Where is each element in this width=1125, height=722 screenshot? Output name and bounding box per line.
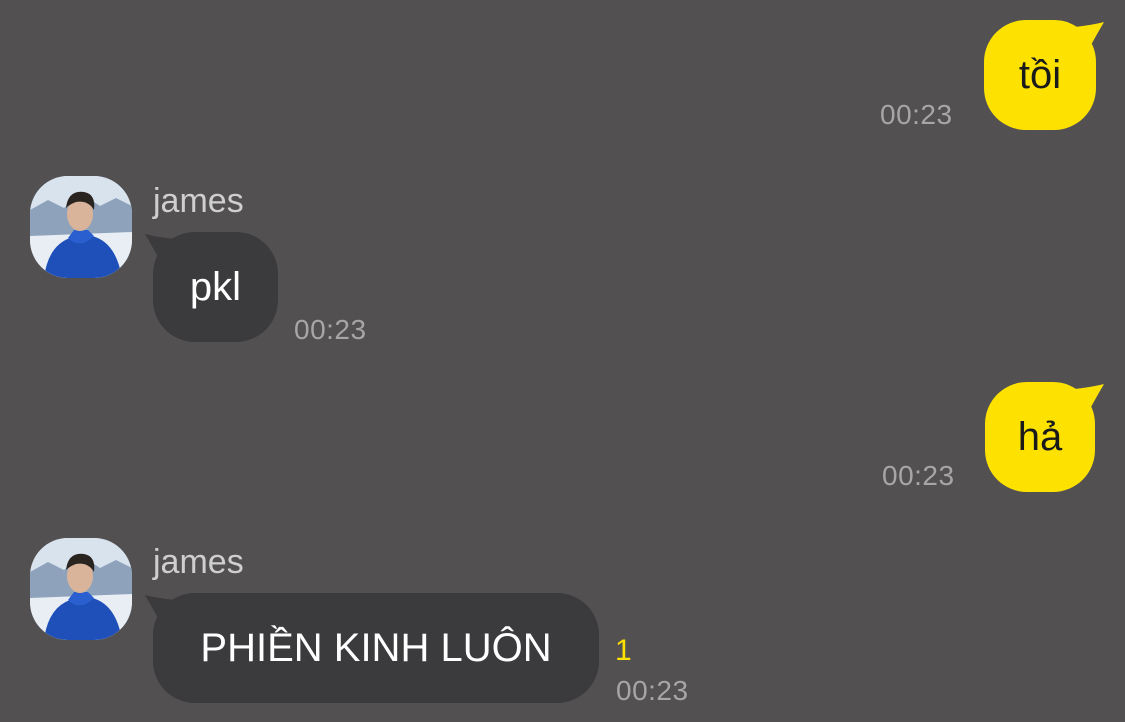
- bubble-tail: [1064, 384, 1104, 416]
- bubble-tail: [145, 595, 185, 627]
- avatar-photo-icon: [30, 538, 132, 640]
- message-timestamp: 00:23: [294, 314, 367, 345]
- chat-message-list[interactable]: 00:23 tồi james pkl 00:23 00:23 hả james…: [0, 0, 1125, 722]
- sender-name: james: [153, 543, 244, 581]
- message-text: hả: [1017, 414, 1063, 459]
- message-text: tồi: [1018, 52, 1062, 97]
- bubble-tail: [1064, 22, 1104, 54]
- message-timestamp: 00:23: [616, 675, 689, 706]
- unread-count-badge: 1: [615, 634, 632, 667]
- sender-avatar[interactable]: [30, 538, 132, 640]
- message-text: PHIỀN KINH LUÔN: [200, 625, 552, 670]
- message-timestamp: 00:23: [880, 99, 953, 130]
- avatar-photo-icon: [30, 176, 132, 278]
- sender-avatar[interactable]: [30, 176, 132, 278]
- message-text: pkl: [189, 264, 242, 309]
- sender-name: james: [153, 182, 244, 220]
- bubble-tail: [145, 234, 185, 266]
- message-bubble[interactable]: PHIỀN KINH LUÔN: [153, 593, 599, 703]
- message-timestamp: 00:23: [882, 460, 955, 491]
